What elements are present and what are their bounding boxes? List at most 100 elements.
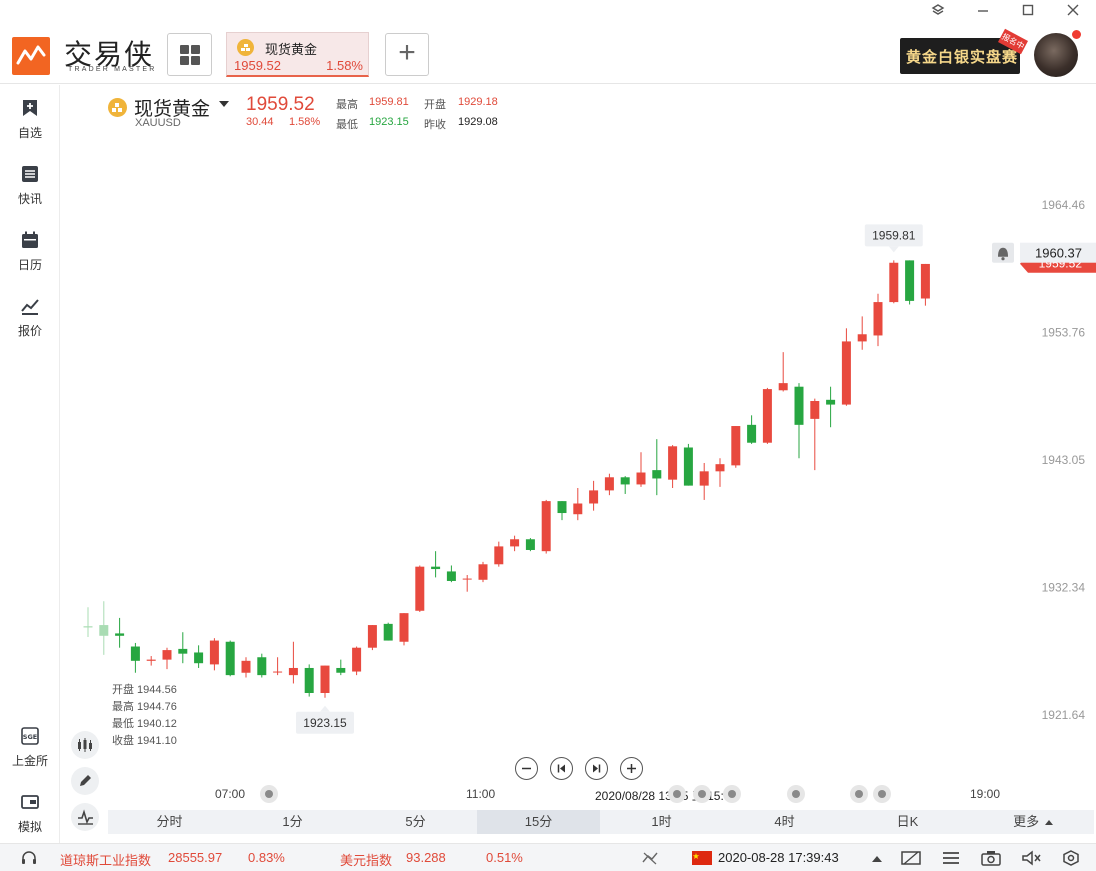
y-axis-tick-label: 1943.05 [1042, 453, 1086, 467]
usd-index-value: 93.288 [406, 850, 446, 865]
period-tab-1hour[interactable]: 1时 [600, 810, 723, 834]
usd-index-name[interactable]: 美元指数 [340, 850, 392, 869]
svg-text:SGE: SGE [23, 733, 37, 741]
period-tab-5min[interactable]: 5分 [354, 810, 477, 834]
high-label: 最高 [336, 99, 358, 111]
contest-banner[interactable]: 黄金白银实盘赛 报名中 [900, 28, 1028, 74]
prev-close-label: 昨收 [424, 119, 446, 131]
layers-icon[interactable] [927, 2, 949, 24]
candle-body [446, 571, 456, 581]
prev-close-value: 1929.08 [458, 116, 498, 128]
candle-body [778, 383, 788, 391]
chevron-up-icon[interactable] [872, 856, 882, 862]
candle-body [383, 623, 393, 641]
candle-body [415, 566, 425, 611]
user-avatar[interactable] [1034, 33, 1078, 77]
camera-icon[interactable] [980, 849, 1002, 867]
china-flag-icon [692, 851, 712, 865]
grid-icon [180, 56, 189, 65]
ohlc-open: 开盘 1944.56 [112, 684, 177, 696]
candle-body [320, 665, 330, 693]
line-tool-button[interactable] [71, 803, 99, 831]
add-tab-button[interactable]: + [385, 33, 429, 76]
period-tab-daily[interactable]: 日K [846, 810, 969, 834]
fullscreen-chart-icon[interactable] [900, 849, 922, 867]
close-icon[interactable] [1062, 2, 1084, 24]
event-marker-icon[interactable] [668, 785, 686, 803]
candles-icon [78, 738, 92, 752]
skip-forward-icon [593, 764, 601, 773]
candle-body [83, 626, 93, 628]
indicator-tool-button[interactable] [71, 731, 99, 759]
tab-xauusd[interactable]: 现货黄金 1959.52 1.58% [226, 32, 369, 77]
candle-body [99, 625, 109, 636]
event-marker-icon[interactable] [850, 785, 868, 803]
more-label: 更多 [1013, 814, 1040, 829]
period-tab-1min[interactable]: 1分 [231, 810, 354, 834]
max-price-label-pointer [888, 246, 899, 253]
pencil-icon [80, 775, 91, 786]
candle-body [731, 426, 741, 466]
skip-back-icon [557, 764, 565, 773]
period-tab-15min[interactable]: 15分 [477, 810, 600, 834]
candle-body [620, 477, 630, 485]
candle-body [130, 646, 140, 661]
candle-body [462, 578, 472, 580]
candle-body [288, 667, 298, 676]
event-marker-icon[interactable] [693, 785, 711, 803]
plus-icon [627, 764, 636, 773]
scroll-start-button[interactable] [550, 757, 573, 780]
candle-body [336, 667, 346, 673]
candle-body [273, 671, 283, 673]
candle-body [683, 447, 693, 486]
event-marker-icon[interactable] [260, 785, 278, 803]
sidebar-item-watchlist[interactable]: 自选 [0, 98, 60, 158]
minimize-icon[interactable] [972, 2, 994, 24]
candle-body [209, 640, 219, 665]
period-tab-4hour[interactable]: 4时 [723, 810, 846, 834]
sidebar-item-calendar[interactable]: 日历 [0, 230, 60, 290]
candle-body [573, 503, 583, 515]
settings-hex-icon[interactable] [1060, 849, 1082, 867]
draw-tool-button[interactable] [71, 767, 99, 795]
sidebar-item-label: 模拟 [17, 820, 42, 834]
trend-line-icon [21, 299, 39, 315]
mute-speaker-icon[interactable] [1020, 849, 1042, 867]
period-selector: 分时 1分 5分 15分 1时 4时 日K 更多 [108, 810, 1094, 834]
grid-icon [191, 45, 200, 54]
scroll-end-button[interactable] [585, 757, 608, 780]
dow-name[interactable]: 道琼斯工业指数 [60, 850, 151, 869]
event-marker-icon[interactable] [873, 785, 891, 803]
maximize-icon[interactable] [1017, 2, 1039, 24]
period-tab-more[interactable]: 更多 [993, 810, 1073, 834]
period-tab-timeshare[interactable]: 分时 [108, 810, 231, 834]
min-price-label: 1923.15 [303, 716, 347, 730]
event-marker-icon[interactable] [787, 785, 805, 803]
menu-list-icon[interactable] [940, 849, 962, 867]
low-value: 1923.15 [369, 116, 409, 128]
zoom-out-button[interactable] [515, 757, 538, 780]
sidebar-item-quotes[interactable]: 报价 [0, 296, 60, 356]
chevron-down-icon[interactable] [219, 101, 229, 107]
candle-body [225, 641, 235, 676]
candle-body [652, 470, 662, 479]
crosshair-time-label: 2020/08/28 13:45 五 15:00 [595, 789, 738, 803]
candle-body [889, 262, 899, 303]
candlestick-chart[interactable]: 1964.46 1953.76 1943.05 1932.34 1921.64 1959.… [62, 140, 1096, 780]
ohlc-close: 收盘 1941.10 [112, 735, 177, 747]
candle-body [557, 501, 567, 514]
sidebar-item-sge[interactable]: SGE 上金所 [0, 726, 60, 786]
sidebar-item-news[interactable]: 快讯 [0, 164, 60, 224]
layout-grid-button[interactable] [167, 33, 212, 76]
candle-body [636, 472, 646, 485]
zoom-in-button[interactable] [620, 757, 643, 780]
candle-body [194, 652, 204, 664]
event-marker-icon[interactable] [723, 785, 741, 803]
headset-icon[interactable] [20, 850, 38, 866]
news-list-icon [22, 166, 38, 182]
dow-value: 28555.97 [168, 850, 223, 865]
ohlc-low: 最低 1940.12 [112, 718, 177, 730]
candle-body [525, 539, 535, 550]
notification-dot [1072, 30, 1081, 39]
open-value: 1929.18 [458, 96, 498, 108]
